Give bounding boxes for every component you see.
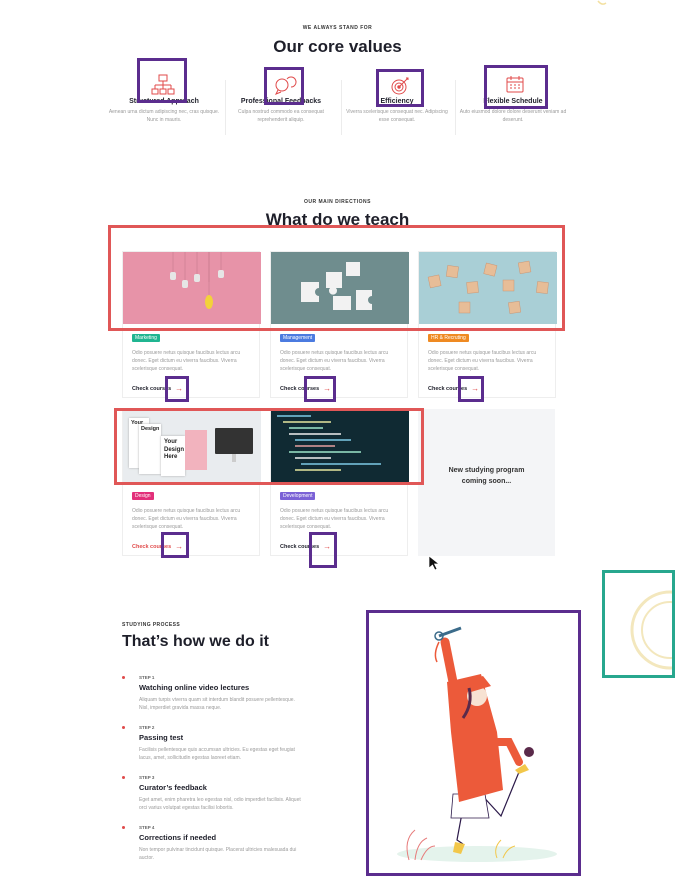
step-bullet-icon — [122, 676, 125, 679]
highlight-box — [304, 376, 336, 402]
value-desc: Auto eiusmod dolore dolore deserunt veni… — [459, 109, 567, 123]
process-title: That’s how we do it — [122, 633, 269, 650]
course-tag: Marketing — [132, 334, 160, 342]
process-step: STEP 2 Passing test Facilisis pellentesq… — [122, 725, 297, 770]
values-eyebrow: WE ALWAYS STAND FOR — [302, 25, 373, 31]
highlight-box — [458, 376, 484, 402]
highlight-box — [161, 532, 189, 558]
process-step: STEP 4 Corrections if needed Non tempor … — [122, 825, 297, 870]
highlight-box — [114, 408, 424, 485]
highlight-box — [165, 376, 189, 402]
highlight-box — [264, 67, 304, 105]
highlight-box — [309, 532, 337, 568]
course-desc: Odio posuere netus quisque faucibus lect… — [132, 508, 241, 530]
step-number: STEP 3 — [139, 775, 155, 780]
step-desc: Non tempor pulvinar tincidunt quisque. P… — [139, 847, 297, 861]
course-desc: Odio posuere netus quisque faucibus lect… — [428, 350, 537, 372]
coming-soon-card: New studying program coming soon... — [418, 409, 555, 556]
step-number: STEP 2 — [139, 725, 155, 730]
step-desc: Eget amet, enim pharetra leo egestas nis… — [139, 797, 301, 811]
step-number: STEP 4 — [139, 825, 155, 830]
process-step: STEP 3 Curator’s feedback Eget amet, eni… — [122, 775, 301, 820]
course-tag: Management — [280, 334, 316, 342]
mouse-cursor-icon — [428, 555, 440, 571]
value-desc: Aenean urna dictum adipiscing nec, cras … — [108, 109, 220, 123]
course-tag: Design — [132, 492, 154, 500]
values-title: Our core values — [273, 37, 402, 56]
step-title: Watching online video lectures — [139, 683, 250, 692]
teach-eyebrow: OUR MAIN DIRECTIONS — [304, 199, 371, 205]
step-title: Curator’s feedback — [139, 783, 207, 792]
highlight-box — [366, 610, 581, 876]
step-bullet-icon — [122, 826, 125, 829]
value-desc: Culpa nostrud commodo ea consequat repre… — [238, 109, 324, 123]
decorative-arc — [597, 0, 607, 5]
course-tag: HR & Recruting — [428, 334, 469, 342]
course-desc: Odio posuere netus quisque faucibus lect… — [280, 350, 389, 372]
highlight-box — [484, 65, 548, 109]
step-desc: Aliquam turpis viverra quam sit interdum… — [139, 697, 295, 711]
course-tag: Development — [280, 492, 316, 500]
step-title: Corrections if needed — [139, 833, 217, 842]
highlight-box — [376, 69, 424, 107]
value-desc: Viverra scelerisque consequat nec. Adipi… — [346, 109, 448, 123]
highlight-box — [137, 58, 187, 103]
process-eyebrow: STUDYING PROCESS — [122, 622, 181, 628]
course-desc: Odio posuere netus quisque faucibus lect… — [280, 508, 389, 530]
step-bullet-icon — [122, 776, 125, 779]
course-desc: Odio posuere netus quisque faucibus lect… — [132, 350, 241, 372]
step-title: Passing test — [139, 733, 184, 742]
step-bullet-icon — [122, 726, 125, 729]
highlight-box — [602, 570, 675, 678]
process-step: STEP 1 Watching online video lectures Al… — [122, 675, 297, 720]
divider — [455, 80, 456, 135]
coming-soon-text: New studying program coming soon... — [448, 467, 525, 485]
step-desc: Facilisis pellentesque quis accumsan ult… — [139, 747, 295, 761]
step-number: STEP 1 — [139, 675, 155, 680]
highlight-box — [108, 225, 565, 331]
